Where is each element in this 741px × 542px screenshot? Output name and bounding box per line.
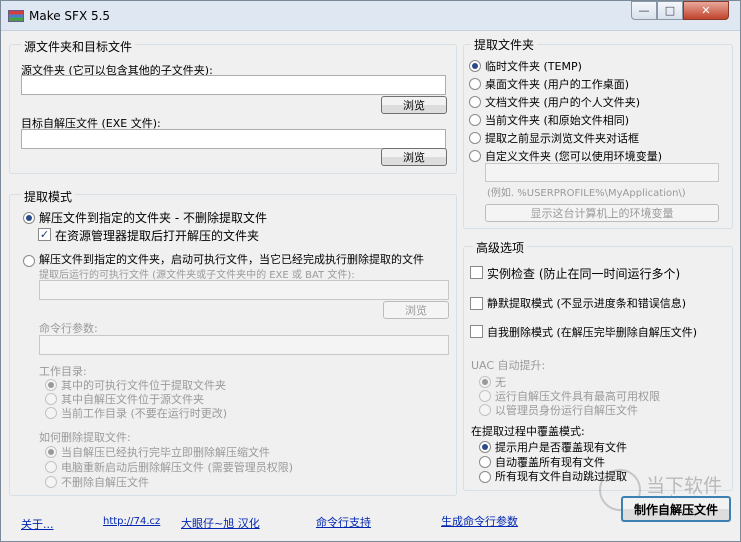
custom-folder-input[interactable] (485, 163, 719, 182)
custom-folder-example: (例如. %USERPROFILE%\MyApplication\) (487, 188, 686, 199)
about-link[interactable]: 关于... (21, 516, 54, 532)
folder-option-browse: 提取之前显示浏览文件夹对话框 (485, 132, 639, 145)
winrar-app-icon (8, 10, 24, 22)
workdir-radio-2[interactable] (45, 407, 57, 419)
open-explorer-checkbox[interactable]: ✓ (38, 228, 51, 241)
cmd-args-input[interactable] (39, 335, 449, 355)
folder-option-custom: 自定义文件夹 (您可以使用环境变量) (485, 150, 663, 163)
single-instance-checkbox[interactable] (470, 266, 483, 279)
advanced-group-title: 高级选项 (473, 239, 528, 256)
window-title: Make SFX 5.5 (29, 9, 111, 23)
extract-run-delete-label: 解压文件到指定的文件夹，启动可执行文件，当它已经完成执行删除提取的文件 (39, 253, 424, 266)
cmd-args-label: 命令行参数: (39, 322, 98, 335)
delete-option-0: 当自解压已经执行完毕立即删除解压缩文件 (61, 446, 270, 459)
extract-folder-group-title: 提取文件夹 (471, 36, 538, 53)
folder-option-temp: 临时文件夹 (TEMP) (485, 60, 582, 73)
target-file-input[interactable] (21, 129, 446, 149)
exe-browse-button[interactable]: 浏览 (383, 301, 449, 319)
exe-label: 提取后运行的可执行文件 (源文件夹或子文件夹中的 EXE 或 BAT 文件): (39, 270, 355, 281)
gen-cmd-link[interactable]: 生成命令行参数 (441, 513, 518, 529)
folder-radio-temp[interactable] (469, 60, 481, 72)
source-folder-input[interactable] (21, 75, 446, 95)
folder-radio-browse[interactable] (469, 132, 481, 144)
folder-radio-custom[interactable] (469, 150, 481, 162)
delete-option-2: 不删除自解压文件 (61, 476, 149, 489)
open-explorer-label: 在资源管理器提取后打开解压的文件夹 (55, 229, 260, 243)
folder-radio-desktop[interactable] (469, 78, 481, 90)
cmd-support-link[interactable]: 命令行支持 (316, 514, 371, 530)
silent-extract-label: 静默提取模式 (不显示进度条和错误信息) (487, 297, 687, 310)
exe-browse-label: 浏览 (405, 304, 427, 317)
uac-radio-0[interactable] (479, 376, 491, 388)
extract-keep-label: 解压文件到指定的文件夹 - 不删除提取文件 (39, 211, 267, 225)
make-sfx-label: 制作自解压文件 (633, 502, 718, 517)
overwrite-radio-1[interactable] (479, 456, 491, 468)
workdir-radio-1[interactable] (45, 393, 57, 405)
extract-run-delete-radio[interactable] (23, 255, 35, 267)
silent-extract-checkbox[interactable] (470, 297, 483, 310)
uac-radio-1[interactable] (479, 390, 491, 402)
close-button[interactable]: ✕ (683, 1, 729, 20)
source-browse-button[interactable]: 浏览 (381, 96, 447, 114)
workdir-radio-0[interactable] (45, 379, 57, 391)
overwrite-label: 在提取过程中覆盖模式: (471, 425, 585, 438)
minimize-button[interactable]: — (631, 1, 657, 20)
folder-radio-documents[interactable] (469, 96, 481, 108)
target-browse-button[interactable]: 浏览 (381, 148, 447, 166)
title-bar[interactable]: Make SFX 5.5 — □ ✕ (1, 1, 740, 31)
close-icon: ✕ (701, 4, 711, 17)
uac-radio-2[interactable] (479, 404, 491, 416)
folder-option-documents: 文档文件夹 (用户的个人文件夹) (485, 96, 641, 109)
workdir-option-2: 当前工作目录 (不要在运行时更改) (61, 407, 228, 420)
exe-input[interactable] (39, 280, 449, 300)
translator-link[interactable]: 大眼仔~旭 汉化 (181, 515, 260, 531)
show-env-vars-label: 显示这台计算机上的环境变量 (530, 207, 674, 220)
source-target-group-title: 源文件夹和目标文件 (21, 38, 136, 55)
delete-radio-2[interactable] (45, 476, 57, 488)
make-sfx-button[interactable]: 制作自解压文件 (621, 496, 731, 522)
overwrite-radio-2[interactable] (479, 471, 491, 483)
self-delete-checkbox[interactable] (470, 325, 483, 338)
show-env-vars-button[interactable]: 显示这台计算机上的环境变量 (485, 204, 719, 222)
delete-option-1: 电脑重新启动后删除解压文件 (需要管理员权限) (61, 461, 294, 474)
delete-radio-1[interactable] (45, 461, 57, 473)
website-link[interactable]: http://74.cz (103, 516, 160, 527)
folder-option-desktop: 桌面文件夹 (用户的工作桌面) (485, 78, 630, 91)
self-delete-label: 自我删除模式 (在解压完毕删除自解压文件) (487, 326, 698, 339)
overwrite-radio-0[interactable] (479, 441, 491, 453)
extract-keep-radio[interactable] (23, 212, 35, 224)
maximize-icon: □ (664, 4, 676, 17)
overwrite-option-0: 提示用户是否覆盖现有文件 (495, 441, 627, 454)
folder-option-current: 当前文件夹 (和原始文件相同) (485, 114, 630, 127)
uac-label: UAC 自动提升: (471, 359, 546, 372)
folder-radio-current[interactable] (469, 114, 481, 126)
uac-option-2: 以管理员身份运行自解压文件 (495, 404, 638, 417)
source-browse-label: 浏览 (403, 99, 425, 112)
maximize-button[interactable]: □ (657, 1, 683, 20)
extract-mode-group-title: 提取模式 (21, 188, 76, 205)
make-sfx-window: Make SFX 5.5 — □ ✕ 源文件夹和目标文件 源文件夹 (它可以包含… (0, 0, 741, 542)
minimize-icon: — (638, 4, 650, 17)
delete-radio-0[interactable] (45, 446, 57, 458)
delete-label: 如何删除提取文件: (39, 431, 131, 444)
target-browse-label: 浏览 (403, 151, 425, 164)
single-instance-label: 实例检查 (防止在同一时间运行多个) (487, 267, 681, 281)
